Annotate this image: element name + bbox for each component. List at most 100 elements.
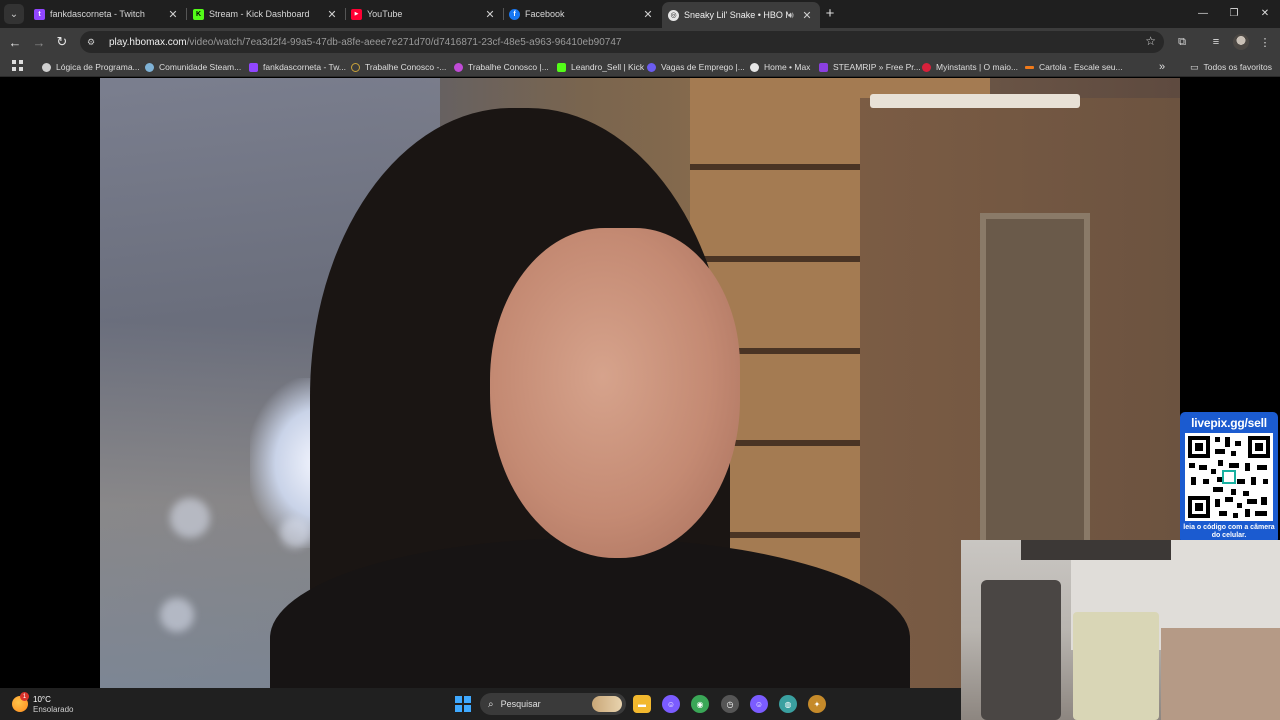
tab-search-chevron-icon[interactable]: ⌄	[4, 4, 24, 24]
messenger-alt-icon[interactable]: ☺	[750, 695, 768, 713]
bookmark-star-icon[interactable]: ☆	[1145, 34, 1156, 48]
bookmark-label: Home • Max	[764, 62, 811, 72]
video-person-face	[490, 228, 740, 558]
close-icon[interactable]: ✕	[800, 9, 814, 22]
url-host: play.hbomax.com	[109, 36, 187, 48]
bookmarks-overflow-button[interactable]: »	[1159, 60, 1165, 74]
tab-strip: ⌄ t fankdascorneta - Twitch ✕ K Stream -…	[0, 0, 1280, 28]
media-queue-icon[interactable]: ≡	[1208, 34, 1224, 50]
youtube-icon: ▶	[351, 8, 362, 20]
bookmark-item[interactable]: Cartola - Escale seu...	[1025, 60, 1123, 74]
bookmark-item[interactable]: Home • Max	[750, 60, 810, 74]
webcam-bed	[1161, 628, 1280, 720]
bookmark-favicon-icon	[249, 62, 258, 72]
webcam-chair	[981, 580, 1061, 720]
tab-youtube[interactable]: ▶ YouTube ✕	[345, 2, 503, 26]
bookmark-favicon-icon	[145, 62, 154, 72]
twitch-icon: t	[34, 8, 45, 20]
browser-toolbar: ← → ↻ ⚙ play.hbomax.com/video/watch/7ea3…	[0, 28, 1280, 56]
bookmark-favicon-icon	[1025, 65, 1034, 69]
livepix-overlay: livepix.gg/sell leia o código com a câme…	[1180, 412, 1278, 544]
close-icon[interactable]: ✕	[641, 8, 655, 21]
bookmark-label: Vagas de Emprego |...	[661, 62, 745, 72]
close-icon[interactable]: ✕	[166, 8, 180, 21]
tab-hbo-max-active[interactable]: ◎ Sneaky Lil' Snake • HBO Ma 🔊︎ ✕	[662, 2, 820, 28]
search-icon: ⌕	[488, 698, 494, 710]
video-bokeh	[170, 498, 210, 538]
close-window-button[interactable]: ✕	[1250, 3, 1280, 23]
facebook-icon: f	[509, 8, 520, 20]
video-bokeh	[160, 598, 194, 632]
tab-label: Stream - Kick Dashboard	[209, 9, 310, 19]
bookmark-item[interactable]: Leandro_Sell | Kick	[557, 60, 644, 74]
close-icon[interactable]: ✕	[483, 8, 497, 21]
extensions-icon[interactable]: ⧉	[1174, 34, 1190, 50]
site-settings-icon[interactable]: ⚙	[87, 37, 101, 48]
bookmark-label: Comunidade Steam...	[159, 62, 242, 72]
clock-app-icon[interactable]: ◷	[721, 695, 739, 713]
bookmark-favicon-icon	[750, 62, 759, 72]
minimize-button[interactable]: —	[1188, 3, 1218, 23]
livepix-title: livepix.gg/sell	[1191, 416, 1267, 430]
search-placeholder: Pesquisar	[500, 699, 541, 709]
search-highlight-widget	[592, 696, 622, 712]
all-bookmarks-button[interactable]: ▭ Todos os favoritos	[1190, 60, 1272, 74]
tab-kick-dashboard[interactable]: K Stream - Kick Dashboard ✕	[187, 2, 345, 26]
file-explorer-icon[interactable]: ▬	[633, 695, 651, 713]
messenger-icon[interactable]: ☺	[662, 695, 680, 713]
weather-temperature[interactable]: 10°C	[33, 695, 51, 704]
taskbar-search-box[interactable]: ⌕ Pesquisar	[480, 693, 626, 715]
bookmark-label: Myinstants | O maio...	[936, 62, 1019, 72]
tab-label: YouTube	[367, 9, 403, 19]
bookmark-label: Trabalhe Conosco |...	[468, 62, 549, 72]
profile-avatar[interactable]	[1233, 34, 1249, 50]
menu-kebab-icon[interactable]: ⋮	[1257, 34, 1273, 50]
game-app-icon[interactable]: ✦	[808, 695, 826, 713]
weather-notification-badge: 1	[20, 692, 29, 701]
video-ceiling-light	[870, 94, 1080, 108]
max-icon: ◎	[668, 9, 679, 21]
reload-icon[interactable]: ↻	[53, 33, 71, 51]
bookmark-item[interactable]: Vagas de Emprego |...	[647, 60, 745, 74]
bookmark-item[interactable]: Trabalhe Conosco |...	[454, 60, 549, 74]
globe-app-icon[interactable]: ◍	[779, 695, 797, 713]
new-tab-button[interactable]: +	[822, 5, 838, 22]
bookmark-favicon-icon	[42, 62, 51, 72]
bookmarks-bar: Lógica de Programa... Comunidade Steam..…	[0, 56, 1280, 77]
kick-icon: K	[193, 8, 204, 20]
apps-grid-icon[interactable]	[12, 60, 23, 71]
tab-facebook[interactable]: f Facebook ✕	[503, 2, 661, 26]
weather-condition[interactable]: Ensolarado	[33, 705, 73, 714]
bookmark-item[interactable]: STEAMRIP » Free Pr...	[819, 60, 921, 74]
webcam-pillow	[1073, 612, 1159, 720]
chrome-icon[interactable]: ◉	[691, 695, 709, 713]
speaker-icon[interactable]: 🔊︎	[788, 10, 800, 21]
bookmark-item[interactable]: Myinstants | O maio...	[922, 60, 1018, 74]
bookmark-label: STEAMRIP » Free Pr...	[833, 62, 921, 72]
bookmark-label: Lógica de Programa...	[56, 62, 140, 72]
video-bokeh	[280, 518, 310, 548]
folder-icon: ▭	[1190, 61, 1199, 72]
qr-code-icon	[1185, 433, 1273, 521]
tab-label: fankdascorneta - Twitch	[50, 9, 145, 19]
forward-arrow-icon[interactable]: →	[30, 33, 48, 51]
bookmark-favicon-icon	[454, 62, 463, 72]
bookmark-label: fankdascorneta - Tw...	[263, 62, 346, 72]
address-bar[interactable]: ⚙ play.hbomax.com/video/watch/7ea3d2f4-9…	[80, 31, 1164, 53]
start-windows-icon[interactable]	[455, 696, 471, 712]
bookmark-item[interactable]: Comunidade Steam...	[145, 60, 241, 74]
url-path: /video/watch/7ea3d2f4-99a5-47db-a8fe-aee…	[186, 36, 622, 48]
bookmark-favicon-icon	[819, 62, 828, 72]
back-arrow-icon[interactable]: ←	[6, 33, 24, 51]
bookmark-label: Leandro_Sell | Kick	[571, 62, 645, 72]
tab-twitch[interactable]: t fankdascorneta - Twitch ✕	[28, 2, 186, 26]
bookmark-favicon-icon	[647, 62, 656, 72]
bookmark-item[interactable]: Trabalhe Conosco -...	[351, 60, 446, 74]
maximize-button[interactable]: ❐	[1219, 3, 1249, 23]
windows-taskbar: 1 10°C Ensolarado ⌕ Pesquisar ▬ ☺ ◉ ◷ ☺ …	[0, 688, 961, 720]
bookmark-label: Trabalhe Conosco -...	[365, 62, 447, 72]
bookmark-item[interactable]: Lógica de Programa...	[42, 60, 140, 74]
all-bookmarks-label: Todos os favoritos	[1203, 62, 1273, 72]
close-icon[interactable]: ✕	[325, 8, 339, 21]
bookmark-item[interactable]: fankdascorneta - Tw...	[249, 60, 346, 74]
